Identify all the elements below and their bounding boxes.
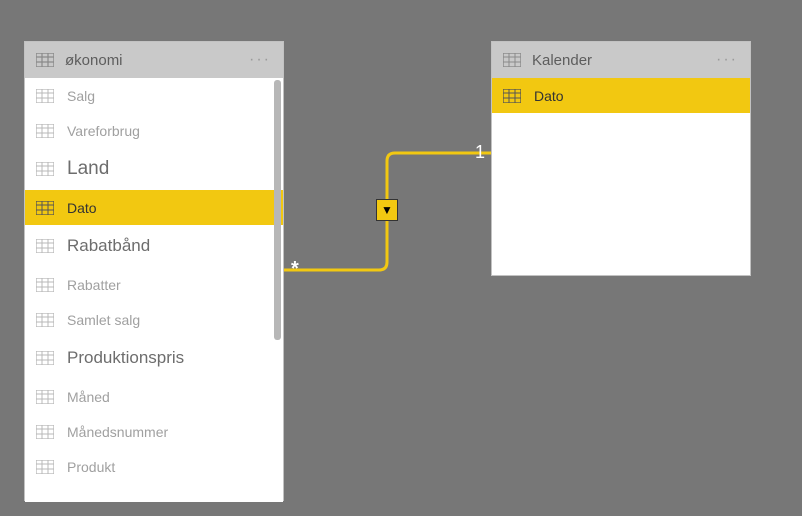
field-label: Månedsnummer	[67, 424, 168, 440]
table-icon	[35, 422, 55, 442]
field-vareforbrug[interactable]: Vareforbrug	[25, 113, 283, 148]
field-land[interactable]: Land	[25, 148, 283, 190]
field-label: Rabatbånd	[67, 236, 150, 256]
table-icon	[502, 86, 522, 106]
field-rabatband[interactable]: Rabatbånd	[25, 225, 283, 267]
table-icon	[35, 236, 55, 256]
relationship-direction-icon[interactable]: ▼	[376, 199, 398, 221]
field-label: Produktionspris	[67, 348, 184, 368]
table-okonomi[interactable]: økonomi ··· Salg Vareforbrug Land Dato R…	[24, 41, 284, 501]
field-manedsnummer[interactable]: Månedsnummer	[25, 414, 283, 449]
field-label: Samlet salg	[67, 312, 140, 328]
table-icon	[35, 198, 55, 218]
table-icon	[35, 457, 55, 477]
field-maned[interactable]: Måned	[25, 379, 283, 414]
field-label: Måned	[67, 389, 110, 405]
field-label: Dato	[67, 200, 97, 216]
field-produktionspris[interactable]: Produktionspris	[25, 337, 283, 379]
field-list-kalender: Dato	[492, 78, 750, 113]
field-dato-selected[interactable]: Dato	[492, 78, 750, 113]
table-title: økonomi	[65, 52, 123, 69]
field-rabatter[interactable]: Rabatter	[25, 267, 283, 302]
field-samlet-salg[interactable]: Samlet salg	[25, 302, 283, 337]
table-icon	[35, 387, 55, 407]
table-icon	[35, 275, 55, 295]
field-dato-selected[interactable]: Dato	[25, 190, 283, 225]
more-options-icon[interactable]: ···	[249, 51, 271, 69]
table-header-okonomi[interactable]: økonomi ···	[25, 42, 283, 78]
cardinality-many: *	[291, 258, 299, 281]
field-salg[interactable]: Salg	[25, 78, 283, 113]
table-icon	[502, 50, 522, 70]
table-icon	[35, 310, 55, 330]
table-header-kalender[interactable]: Kalender ···	[492, 42, 750, 78]
table-icon	[35, 159, 55, 179]
field-label: Produkt	[67, 459, 115, 475]
table-icon	[35, 121, 55, 141]
triangle-down-icon: ▼	[381, 203, 393, 217]
field-label: Vareforbrug	[67, 123, 140, 139]
scrollbar[interactable]	[274, 80, 281, 340]
field-label: Dato	[534, 88, 564, 104]
field-label: Land	[67, 158, 109, 180]
table-title: Kalender	[532, 52, 592, 69]
field-label: Rabatter	[67, 277, 121, 293]
table-icon	[35, 50, 55, 70]
table-kalender[interactable]: Kalender ··· Dato	[491, 41, 751, 276]
field-produkt[interactable]: Produkt	[25, 449, 283, 484]
table-icon	[35, 86, 55, 106]
field-list-okonomi: Salg Vareforbrug Land Dato Rabatbånd Rab…	[25, 78, 283, 502]
field-label: Salg	[67, 88, 95, 104]
cardinality-one: 1	[475, 142, 485, 163]
more-options-icon[interactable]: ···	[716, 51, 738, 69]
table-icon	[35, 348, 55, 368]
